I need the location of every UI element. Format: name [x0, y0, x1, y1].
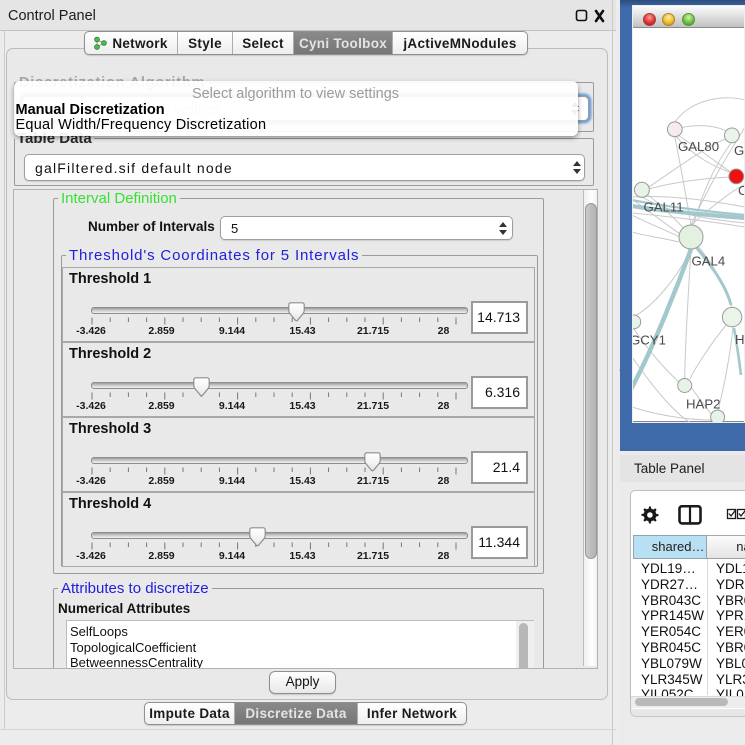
svg-text:GA: GA — [734, 143, 744, 158]
svg-text:C: C — [738, 183, 744, 198]
svg-text:GCY1: GCY1 — [633, 333, 666, 348]
svg-text:GAL11: GAL11 — [644, 200, 684, 215]
svg-text:H: H — [735, 332, 744, 347]
svg-text:HAP2: HAP2 — [686, 397, 720, 412]
svg-text:GAL80: GAL80 — [678, 139, 719, 154]
svg-text:GAL4: GAL4 — [692, 254, 726, 269]
